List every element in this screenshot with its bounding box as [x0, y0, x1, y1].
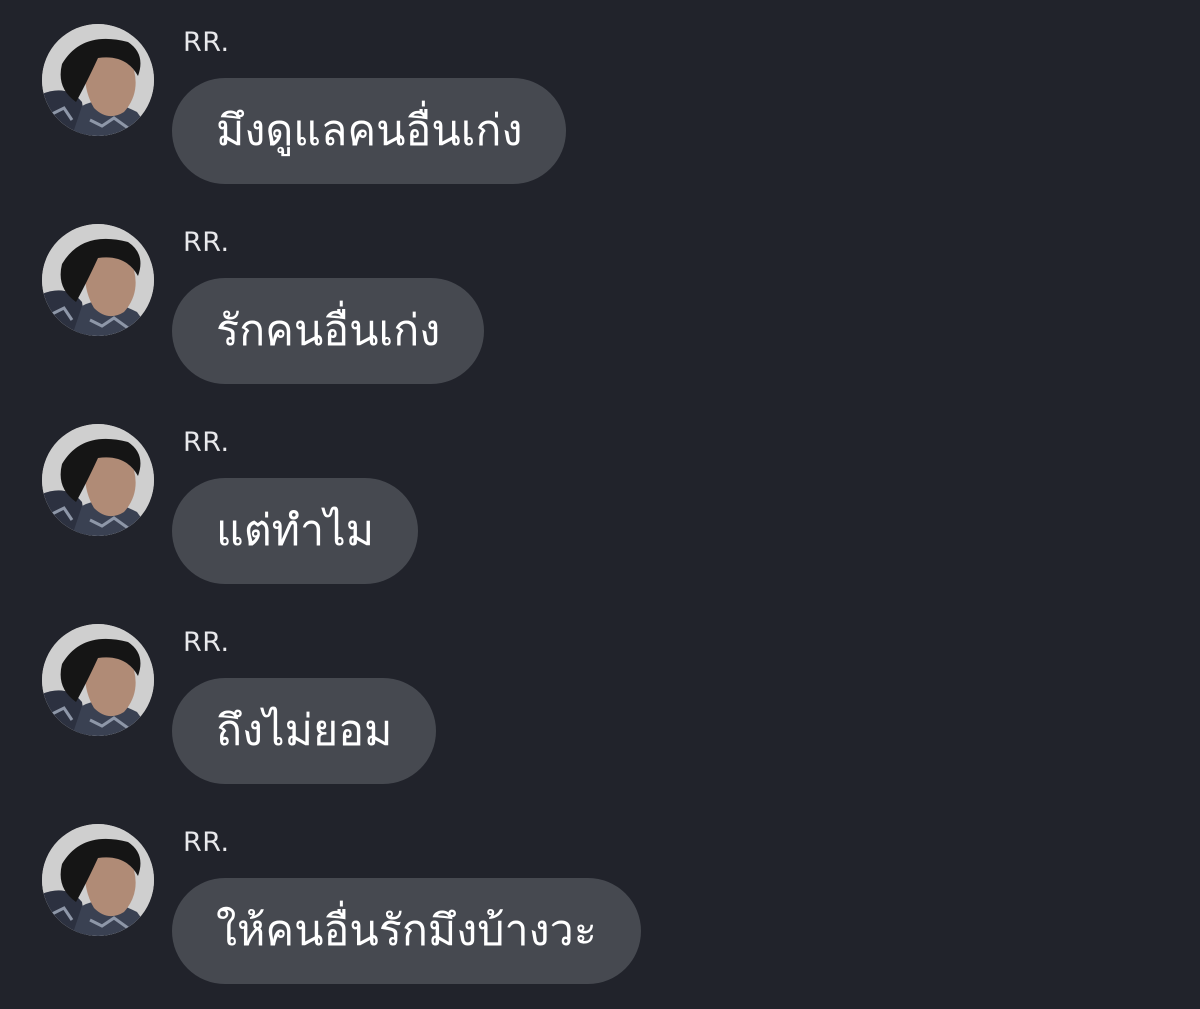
sender-name: RR.	[183, 427, 230, 458]
message-bubble[interactable]: ถึงไม่ยอม	[172, 678, 437, 784]
sender-name: RR.	[183, 827, 230, 858]
chat-thread: RR. มึงดูแลคนอื่นเก่ง RR. รักคนอื่นเก่ง	[0, 0, 1200, 1009]
message-row: RR. รักคนอื่นเก่ง	[0, 200, 1200, 390]
message-text: มึงดูแลคนอื่นเก่ง	[216, 105, 523, 156]
message-text: ให้คนอื่นรักมึงบ้างวะ	[216, 905, 597, 956]
message-row: RR. ถึงไม่ยอม	[0, 600, 1200, 790]
message-text: แต่ทำไม	[216, 505, 375, 556]
sender-name: RR.	[183, 627, 230, 658]
message-row: RR. ให้คนอื่นรักมึงบ้างวะ	[0, 800, 1200, 990]
message-text: ถึงไม่ยอม	[216, 705, 393, 756]
message-bubble[interactable]: ให้คนอื่นรักมึงบ้างวะ	[172, 878, 641, 984]
avatar[interactable]	[42, 424, 154, 536]
message-row: RR. มึงดูแลคนอื่นเก่ง	[0, 0, 1200, 190]
avatar[interactable]	[42, 824, 154, 936]
avatar[interactable]	[42, 24, 154, 136]
message-bubble[interactable]: รักคนอื่นเก่ง	[172, 278, 485, 384]
message-bubble[interactable]: แต่ทำไม	[172, 478, 419, 584]
avatar[interactable]	[42, 624, 154, 736]
message-bubble[interactable]: มึงดูแลคนอื่นเก่ง	[172, 78, 567, 184]
message-text: รักคนอื่นเก่ง	[216, 305, 441, 356]
message-row: RR. แต่ทำไม	[0, 400, 1200, 590]
sender-name: RR.	[183, 227, 230, 258]
sender-name: RR.	[183, 27, 230, 58]
avatar[interactable]	[42, 224, 154, 336]
